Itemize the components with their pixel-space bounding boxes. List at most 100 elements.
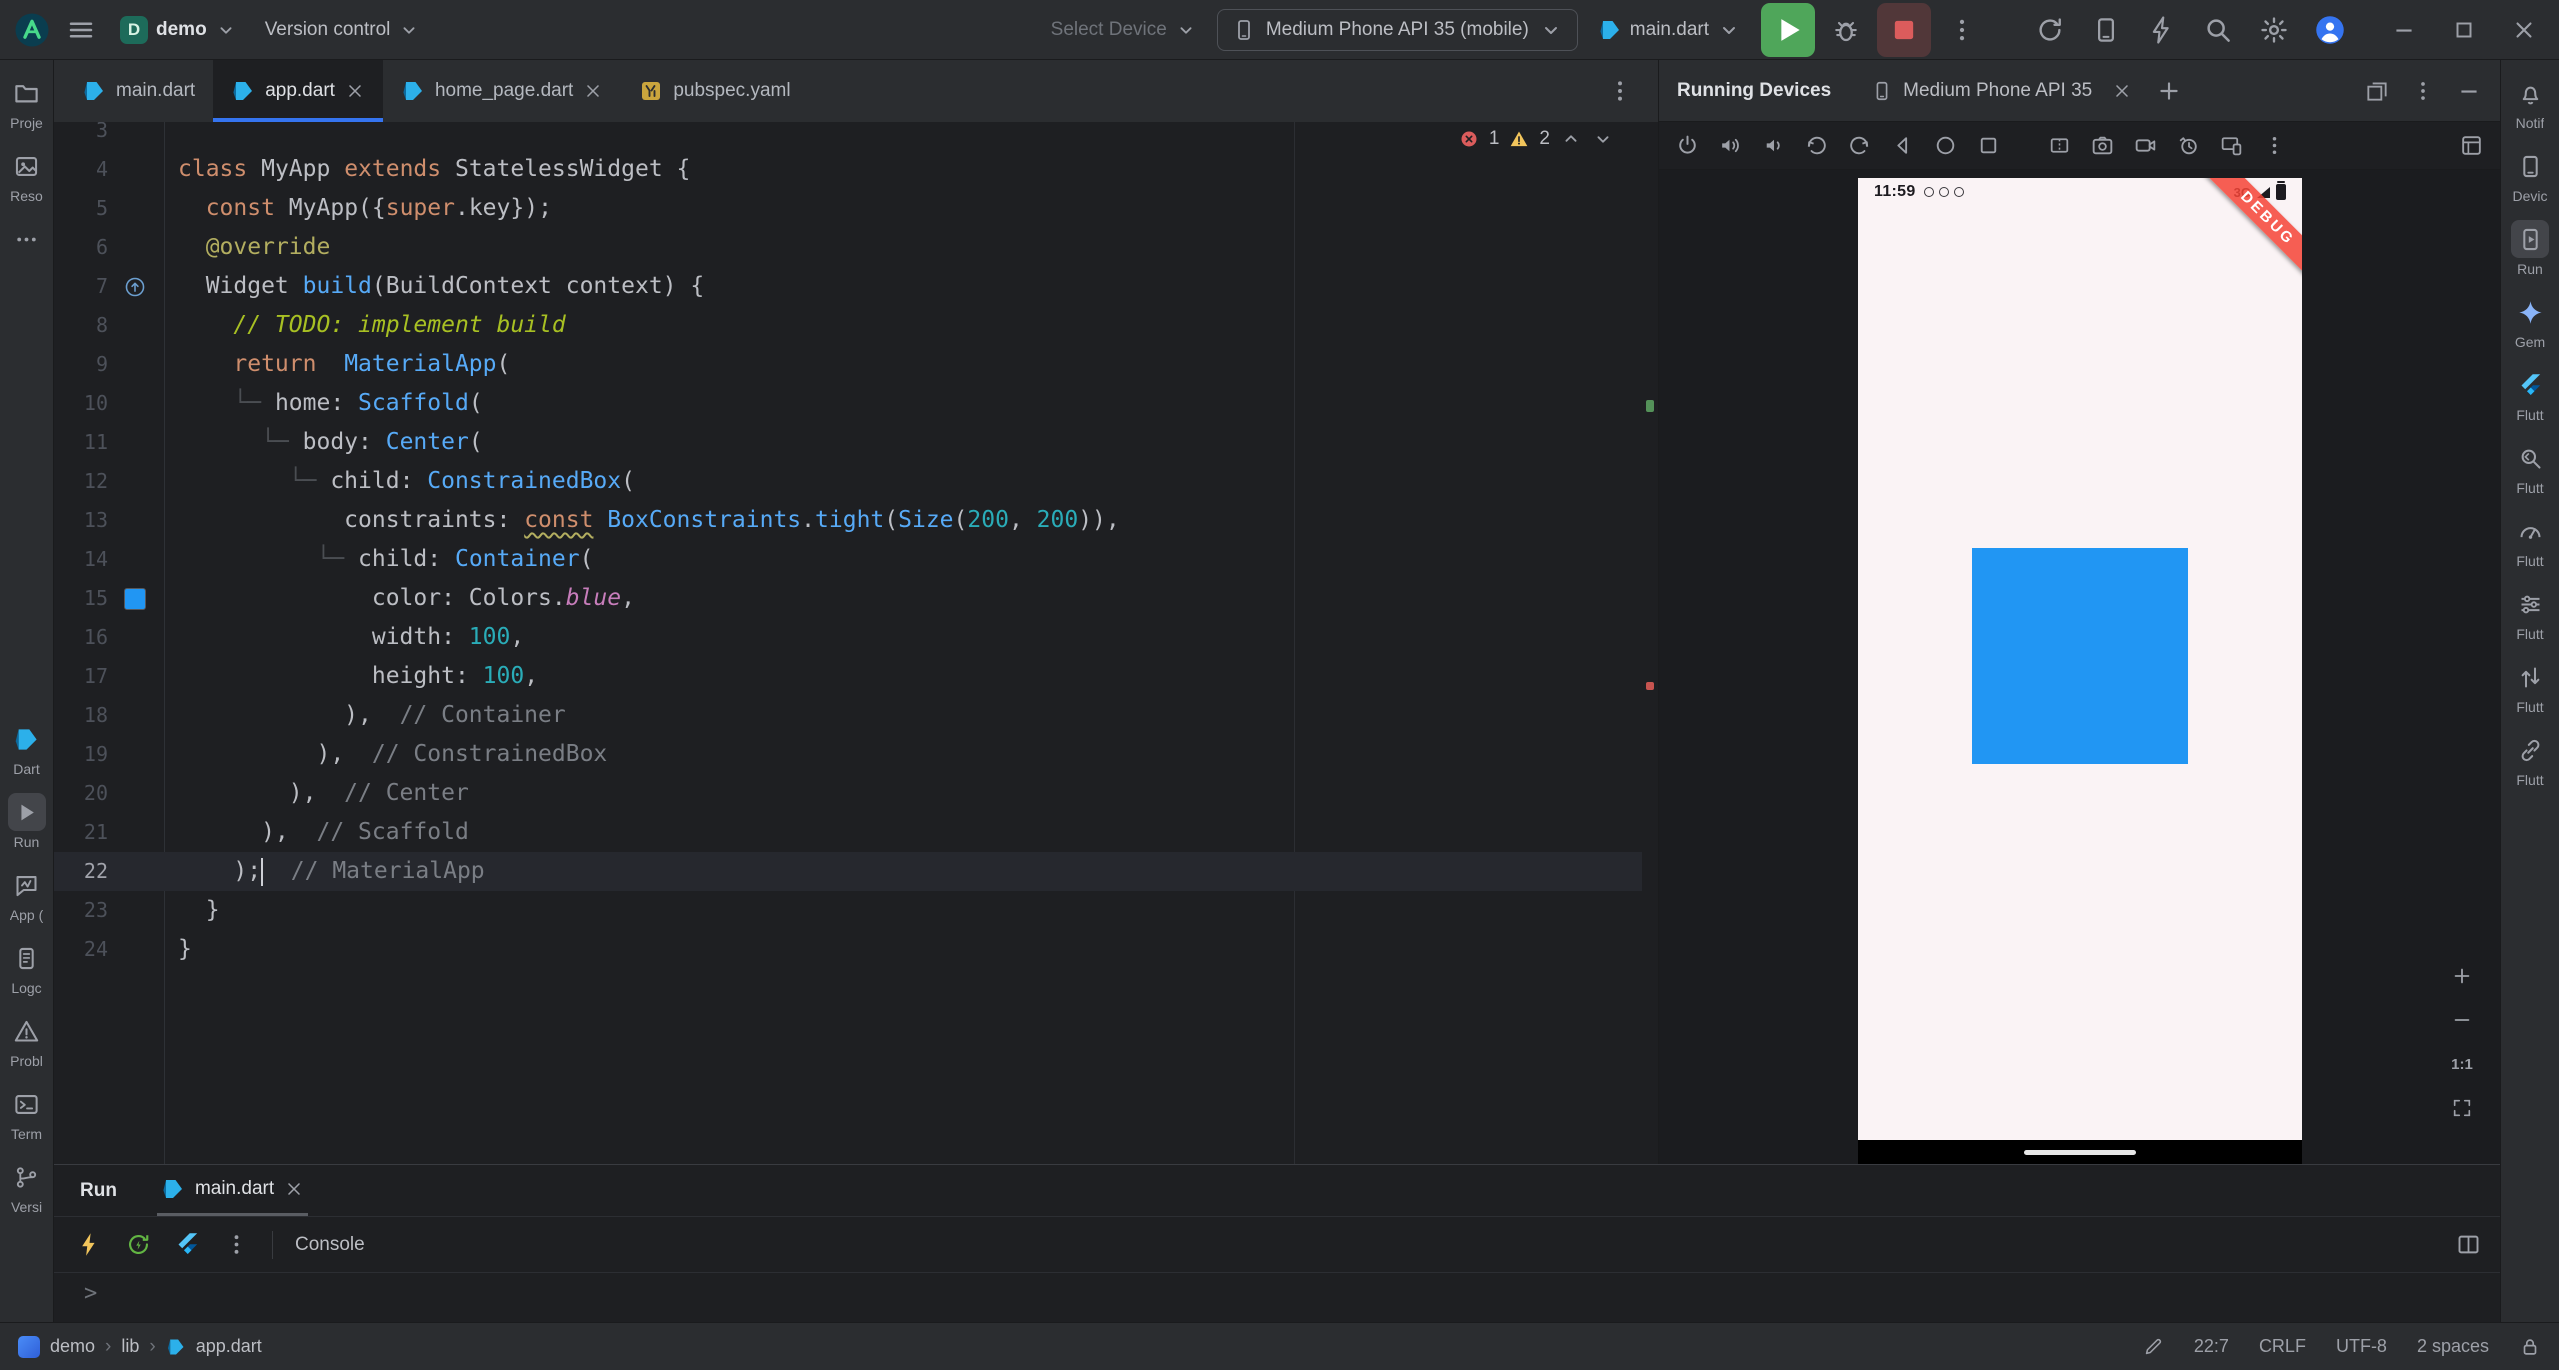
device-selector[interactable]: Medium Phone API 35 (mobile)	[1217, 9, 1578, 51]
code-line-8[interactable]: 8 // TODO: implement build	[54, 306, 1642, 345]
lock-icon[interactable]	[2519, 1336, 2541, 1358]
code-line-18[interactable]: 18 ), // Container	[54, 696, 1642, 735]
code-line-9[interactable]: 9 return MaterialApp(	[54, 345, 1642, 384]
tool-stripe-flutter-deep-links[interactable]: Flutt	[2501, 731, 2559, 788]
run-config-selector[interactable]: main.dart	[1590, 12, 1749, 48]
status-cursor-position[interactable]: 22:7	[2194, 1336, 2229, 1357]
gesture-pill[interactable]	[2024, 1150, 2136, 1155]
close-tab-icon[interactable]	[583, 81, 603, 101]
project-selector[interactable]: D demo	[112, 10, 245, 50]
tool-stripe-dart-analysis[interactable]: Dart	[0, 720, 53, 777]
maximize-icon[interactable]	[2451, 17, 2477, 43]
tab-home_page.dart[interactable]: home_page.dart	[383, 60, 621, 122]
code-editor[interactable]: 34class MyApp extends StatelessWidget {5…	[54, 122, 1658, 1164]
settings-icon[interactable]	[2259, 15, 2289, 45]
snapshot-icon[interactable]	[2176, 133, 2201, 158]
breadcrumb-lib[interactable]: lib	[121, 1336, 139, 1357]
tool-stripe-logcat[interactable]: Logc	[0, 939, 53, 996]
inspections-widget[interactable]: 1 2	[1459, 128, 1614, 150]
status-line-separator[interactable]: CRLF	[2259, 1336, 2306, 1357]
debug-button[interactable]	[1827, 11, 1865, 49]
run-button[interactable]	[1761, 3, 1815, 57]
mirror-icon[interactable]	[2219, 133, 2244, 158]
device-nav-bar[interactable]	[1858, 1140, 2302, 1164]
tool-stripe-device-manager[interactable]: Devic	[2501, 147, 2559, 204]
status-indent-style[interactable]: 2 spaces	[2417, 1336, 2489, 1357]
code-line-15[interactable]: 15 color: Colors.blue,	[54, 579, 1642, 618]
volume-down-icon[interactable]	[1761, 133, 1786, 158]
tool-stripe-more-tool-windows[interactable]	[0, 220, 53, 258]
code-line-10[interactable]: 10 └─ home: Scaffold(	[54, 384, 1642, 423]
tab-pubspec.yaml[interactable]: pubspec.yaml	[621, 60, 808, 122]
minimize-icon[interactable]	[2456, 78, 2482, 104]
breadcrumb-demo[interactable]: demo	[50, 1336, 95, 1357]
code-line-23[interactable]: 23 }	[54, 891, 1642, 930]
flutter-icon[interactable]	[174, 1231, 201, 1258]
window-icon[interactable]	[2459, 133, 2484, 158]
code-line-17[interactable]: 17 height: 100,	[54, 657, 1642, 696]
float-icon[interactable]	[2364, 78, 2390, 104]
tool-stripe-flutter-inspector[interactable]: Flutt	[2501, 439, 2559, 496]
code-line-20[interactable]: 20 ), // Center	[54, 774, 1642, 813]
more-vertical-icon[interactable]	[2410, 78, 2436, 104]
tool-stripe-app-quality-insights[interactable]: App (	[0, 866, 53, 923]
code-line-5[interactable]: 5 const MyApp({super.key});	[54, 189, 1642, 228]
stop-button[interactable]	[1877, 3, 1931, 57]
zoom-reset-button[interactable]: 1:1	[2446, 1048, 2478, 1080]
volume-up-icon[interactable]	[1718, 133, 1743, 158]
tool-stripe-flutter-outline[interactable]: Flutt	[2501, 366, 2559, 423]
vcs-widget[interactable]: Version control	[257, 13, 429, 47]
main-menu-button[interactable]	[62, 11, 100, 49]
tool-stripe-flutter-performance[interactable]: Flutt	[2501, 512, 2559, 569]
rotate-left-icon[interactable]	[1804, 133, 1829, 158]
next-problem-button[interactable]	[1592, 128, 1614, 150]
hot-reload-icon[interactable]	[76, 1231, 103, 1258]
code-line-13[interactable]: 13 constraints: const BoxConstraints.tig…	[54, 501, 1642, 540]
breadcrumb[interactable]: demo›lib›app.dart	[50, 1336, 262, 1358]
status-file-encoding[interactable]: UTF-8	[2336, 1336, 2387, 1357]
code-line-24[interactable]: 24}	[54, 930, 1642, 969]
code-line-6[interactable]: 6 @override	[54, 228, 1642, 267]
tool-stripe-flutter-network[interactable]: Flutt	[2501, 658, 2559, 715]
screenshot-icon[interactable]	[2090, 133, 2115, 158]
pen-icon[interactable]	[2142, 1336, 2164, 1358]
minimize-icon[interactable]	[2391, 17, 2417, 43]
code-line-11[interactable]: 11 └─ body: Center(	[54, 423, 1642, 462]
overview-icon[interactable]	[1976, 133, 2001, 158]
zoom-fit-button[interactable]	[2446, 1092, 2478, 1124]
avatar-icon[interactable]	[2315, 15, 2345, 45]
tool-stripe-running-devices[interactable]: Run	[2501, 220, 2559, 277]
tool-stripe-version-control[interactable]: Versi	[0, 1158, 53, 1215]
add-device-button[interactable]	[2156, 78, 2182, 104]
run-tab-main-dart[interactable]: main.dart	[157, 1165, 308, 1216]
code-line-14[interactable]: 14 └─ child: Container(	[54, 540, 1642, 579]
power-icon[interactable]	[1675, 133, 1700, 158]
tool-stripe-flutter-property-editor[interactable]: Flutt	[2501, 585, 2559, 642]
breadcrumb-app.dart[interactable]: app.dart	[196, 1336, 262, 1357]
device-screen[interactable]: 11:59 3G DEBUG	[1858, 178, 2302, 1140]
code-line-16[interactable]: 16 width: 100,	[54, 618, 1642, 657]
close-device-tab-button[interactable]	[2112, 81, 2132, 101]
code-area[interactable]: 34class MyApp extends StatelessWidget {5…	[54, 122, 1642, 969]
bolt-icon[interactable]	[2147, 15, 2177, 45]
console-layout-button[interactable]	[2455, 1231, 2482, 1258]
tool-stripe-project[interactable]: Proje	[0, 74, 53, 131]
zoom-out-button[interactable]	[2446, 1004, 2478, 1036]
tool-stripe-terminal[interactable]: Term	[0, 1085, 53, 1142]
color-swatch-blue[interactable]	[124, 588, 146, 610]
tool-stripe-notifications[interactable]: Notif	[2501, 74, 2559, 131]
record-icon[interactable]	[2133, 133, 2158, 158]
override-gutter-icon[interactable]	[124, 276, 146, 298]
zoom-in-button[interactable]	[2446, 960, 2478, 992]
tool-stripe-resource-manager[interactable]: Reso	[0, 147, 53, 204]
close-icon[interactable]	[2511, 17, 2537, 43]
tab-app.dart[interactable]: app.dart	[213, 60, 383, 122]
console-output[interactable]: >	[54, 1273, 2500, 1306]
search-icon[interactable]	[2203, 15, 2233, 45]
fold-icon[interactable]	[2047, 133, 2072, 158]
prev-problem-button[interactable]	[1560, 128, 1582, 150]
rotate-right-icon[interactable]	[1847, 133, 1872, 158]
code-line-7[interactable]: 7 Widget build(BuildContext context) {	[54, 267, 1642, 306]
tool-stripe-problems[interactable]: Probl	[0, 1012, 53, 1069]
tabs-options-button[interactable]	[1606, 77, 1634, 105]
